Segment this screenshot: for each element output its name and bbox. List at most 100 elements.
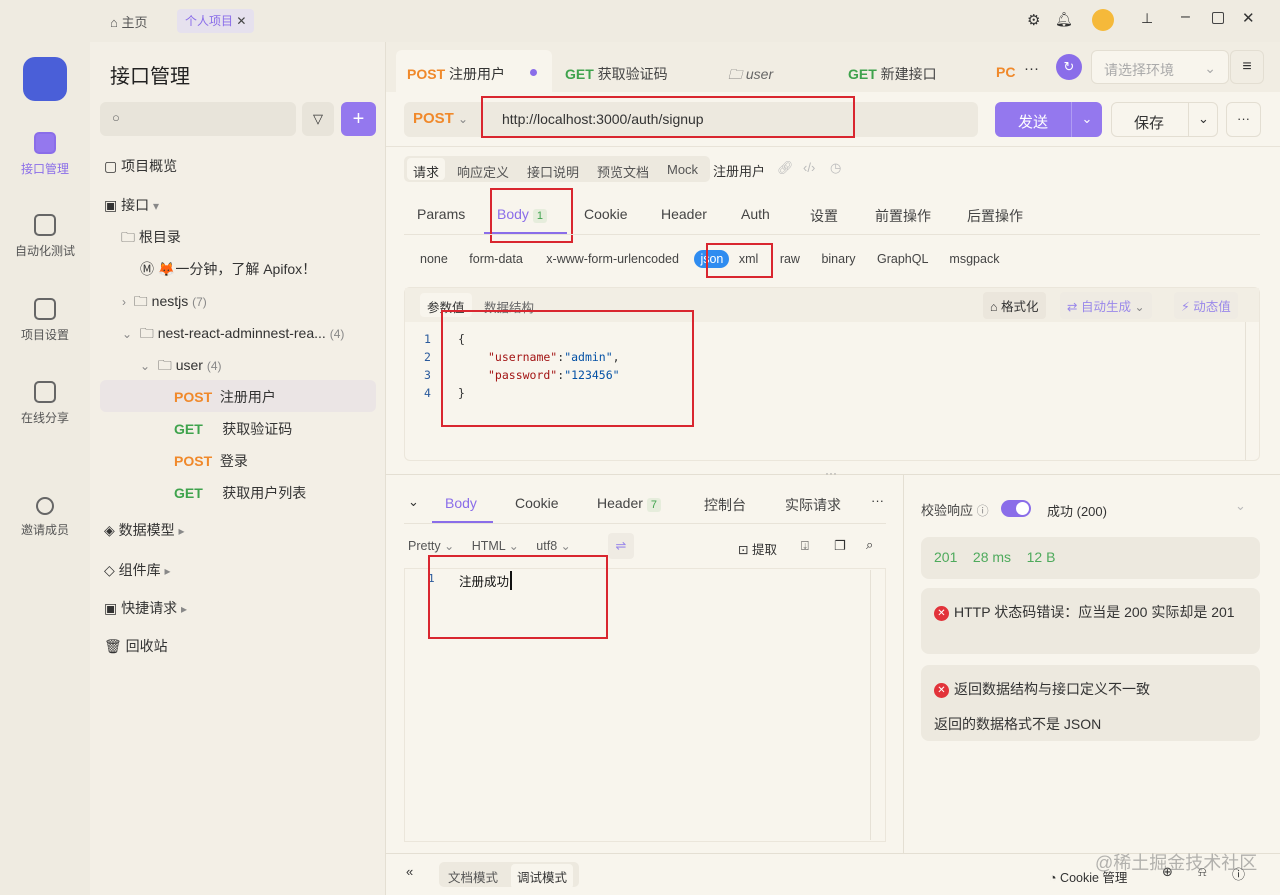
tree-item-quick[interactable]: ▣ 快捷请求 ▸ xyxy=(104,598,187,618)
response-tab-header[interactable]: Header 7 xyxy=(597,495,661,511)
tree-endpoint[interactable]: GET 获取验证码 xyxy=(174,419,292,439)
tab-settings[interactable]: 设置 xyxy=(810,206,838,226)
tab-header[interactable]: Header xyxy=(661,206,707,222)
body-type-none[interactable]: none xyxy=(420,252,448,266)
rail-item-share[interactable]: 在线分享 xyxy=(0,381,90,426)
help-icon[interactable]: ⓘ xyxy=(977,504,989,518)
tab-auth[interactable]: Auth xyxy=(741,206,770,222)
tab-pre-ops[interactable]: 前置操作 xyxy=(875,206,931,226)
close-window-icon[interactable]: ✕ xyxy=(1242,9,1255,27)
rail-item-settings[interactable]: 项目设置 xyxy=(0,298,90,343)
tree-item-overview[interactable]: ▢ 项目概览 xyxy=(104,156,177,176)
search-icon[interactable]: ⌕ xyxy=(866,537,873,553)
tab-user-folder[interactable]: 🗀 user xyxy=(728,64,773,88)
rail-item-automation[interactable]: 自动化测试 xyxy=(0,214,90,259)
download-icon[interactable]: ⍗ xyxy=(801,538,809,554)
maximize-icon[interactable] xyxy=(1212,12,1224,24)
tab-cookie[interactable]: Cookie xyxy=(584,206,628,222)
tab-overflow[interactable]: PC xyxy=(996,64,1015,80)
tree-folder-root[interactable]: 🗀 根目录 xyxy=(121,227,181,251)
more-icon[interactable]: ··· xyxy=(871,493,884,508)
tree-folder-nest-react[interactable]: ⌄ 🗀 nest-react-adminnest-rea... (4) xyxy=(122,323,344,347)
minimize-icon[interactable]: – xyxy=(1181,8,1190,26)
chevron-down-icon: ⌄ xyxy=(458,112,468,126)
bell-icon[interactable]: 🔔︎ xyxy=(1055,11,1073,28)
more-button[interactable]: ··· xyxy=(1226,102,1261,137)
extract-button[interactable]: ⊡ 提取 xyxy=(738,539,777,558)
tab-params[interactable]: Params xyxy=(417,206,465,222)
response-tab-cookie[interactable]: Cookie xyxy=(515,495,559,511)
response-scrollbar[interactable] xyxy=(870,570,885,840)
format-button[interactable]: ⌂ 格式化 xyxy=(983,292,1046,319)
subtab-preview[interactable]: 预览文档 xyxy=(597,162,649,181)
tree-folder-user[interactable]: ⌄ 🗀 user (4) xyxy=(140,355,222,379)
tree-item-components[interactable]: ◇ 组件库 ▸ xyxy=(104,560,171,580)
collapse-sidebar-icon[interactable]: « xyxy=(406,864,413,879)
save-button[interactable]: 保存⌄ xyxy=(1111,102,1218,137)
tree-item-models[interactable]: ◈ 数据模型 ▸ xyxy=(104,520,185,540)
subtab-description[interactable]: 接口说明 xyxy=(527,162,579,181)
rail-item-invite[interactable]: 邀请成员 xyxy=(0,497,90,538)
search-input[interactable]: ○ xyxy=(100,102,296,136)
body-type-raw[interactable]: raw xyxy=(780,252,800,266)
code-icon[interactable]: ‹/› xyxy=(803,160,815,175)
editor-scrollbar[interactable] xyxy=(1245,322,1259,460)
subtab-response-def[interactable]: 响应定义 xyxy=(457,162,509,181)
collapse-icon[interactable]: ⌄ xyxy=(408,494,419,510)
more-tabs-icon[interactable]: ··· xyxy=(1024,60,1039,77)
validate-toggle[interactable] xyxy=(1001,500,1031,517)
settings-icon[interactable]: ⚙ xyxy=(1027,11,1040,29)
chevron-down-icon[interactable]: ⌄ xyxy=(1235,498,1246,514)
subtab-request[interactable]: 请求 xyxy=(413,162,439,181)
body-type-urlencoded[interactable]: x-www-form-urlencoded xyxy=(546,252,679,266)
response-tab-body[interactable]: Body xyxy=(445,495,477,511)
method-select[interactable]: POST ⌄ xyxy=(413,110,468,127)
history-icon[interactable]: ◷ xyxy=(830,160,841,176)
doc-mode-button[interactable]: 文档模式 xyxy=(448,867,498,886)
tree-endpoint[interactable]: POST 注册用户 xyxy=(174,387,276,407)
add-button[interactable]: + xyxy=(341,102,376,136)
response-tab-console[interactable]: 控制台 xyxy=(704,495,746,515)
environment-select[interactable]: 请选择环境⌄ xyxy=(1091,50,1229,84)
link-icon[interactable]: 🔗︎ xyxy=(777,160,794,176)
tab-register[interactable]: POST 注册用户 xyxy=(396,50,552,92)
chevron-down-icon[interactable]: ⌄ xyxy=(1188,103,1218,136)
tab-new-api[interactable]: GET 新建接口 xyxy=(848,64,937,84)
body-type-binary[interactable]: binary xyxy=(821,252,855,266)
rail-item-api[interactable]: 接口管理 xyxy=(0,132,90,177)
pretty-select[interactable]: Pretty ⌄ xyxy=(408,539,454,553)
tree-endpoint[interactable]: POST 登录 xyxy=(174,451,248,471)
encoding-select[interactable]: utf8 ⌄ xyxy=(536,539,570,553)
send-button[interactable]: 发送⌄ xyxy=(995,102,1102,137)
subtab-mock[interactable]: Mock xyxy=(667,162,698,177)
tree-item-trash[interactable]: 🗑︎ 回收站 xyxy=(104,636,168,656)
tree-item-apis[interactable]: ▣ 接口 ▾ xyxy=(104,195,159,215)
wrap-icon[interactable]: ⇌ xyxy=(608,533,634,559)
body-type-graphql[interactable]: GraphQL xyxy=(877,252,928,266)
response-tab-actual[interactable]: 实际请求 xyxy=(785,495,841,515)
drag-handle-icon[interactable]: ··· xyxy=(825,466,837,480)
menu-button[interactable]: ≡ xyxy=(1230,50,1264,84)
validate-status-select[interactable]: 成功 (200) xyxy=(1047,501,1107,520)
copy-icon[interactable]: ❐ xyxy=(834,538,846,554)
tree-folder-nestjs[interactable]: › 🗀 nestjs (7) xyxy=(122,291,207,315)
body-type-msgpack[interactable]: msgpack xyxy=(949,252,999,266)
body-type-form-data[interactable]: form-data xyxy=(469,252,523,266)
dynamic-value-button[interactable]: ⚡︎ 动态值 xyxy=(1174,292,1238,319)
home-tab[interactable]: ⌂ 主页 xyxy=(110,12,147,31)
chevron-down-icon[interactable]: ⌄ xyxy=(1071,102,1102,137)
sync-icon[interactable]: ↻ xyxy=(1056,54,1082,80)
tab-get-captcha[interactable]: GET 获取验证码 xyxy=(565,64,668,84)
tab-post-ops[interactable]: 后置操作 xyxy=(967,206,1023,226)
tree-endpoint[interactable]: GET 获取用户列表 xyxy=(174,483,306,503)
project-tab[interactable]: 个人项目 ✕ xyxy=(177,9,254,33)
filter-button[interactable]: ▽ xyxy=(302,102,334,136)
pin-icon[interactable]: ⊥ xyxy=(1141,10,1153,27)
avatar[interactable] xyxy=(1092,9,1114,31)
debug-mode-button[interactable]: 调试模式 xyxy=(511,864,573,889)
divider xyxy=(404,234,1260,235)
html-select[interactable]: HTML ⌄ xyxy=(472,539,519,553)
autogen-button[interactable]: ⇄ 自动生成 ⌄ xyxy=(1060,292,1152,319)
close-icon[interactable]: ✕ xyxy=(236,14,246,28)
tree-doc-intro[interactable]: Ⓜ 🦊一分钟，了解 Apifox！ xyxy=(140,259,316,279)
